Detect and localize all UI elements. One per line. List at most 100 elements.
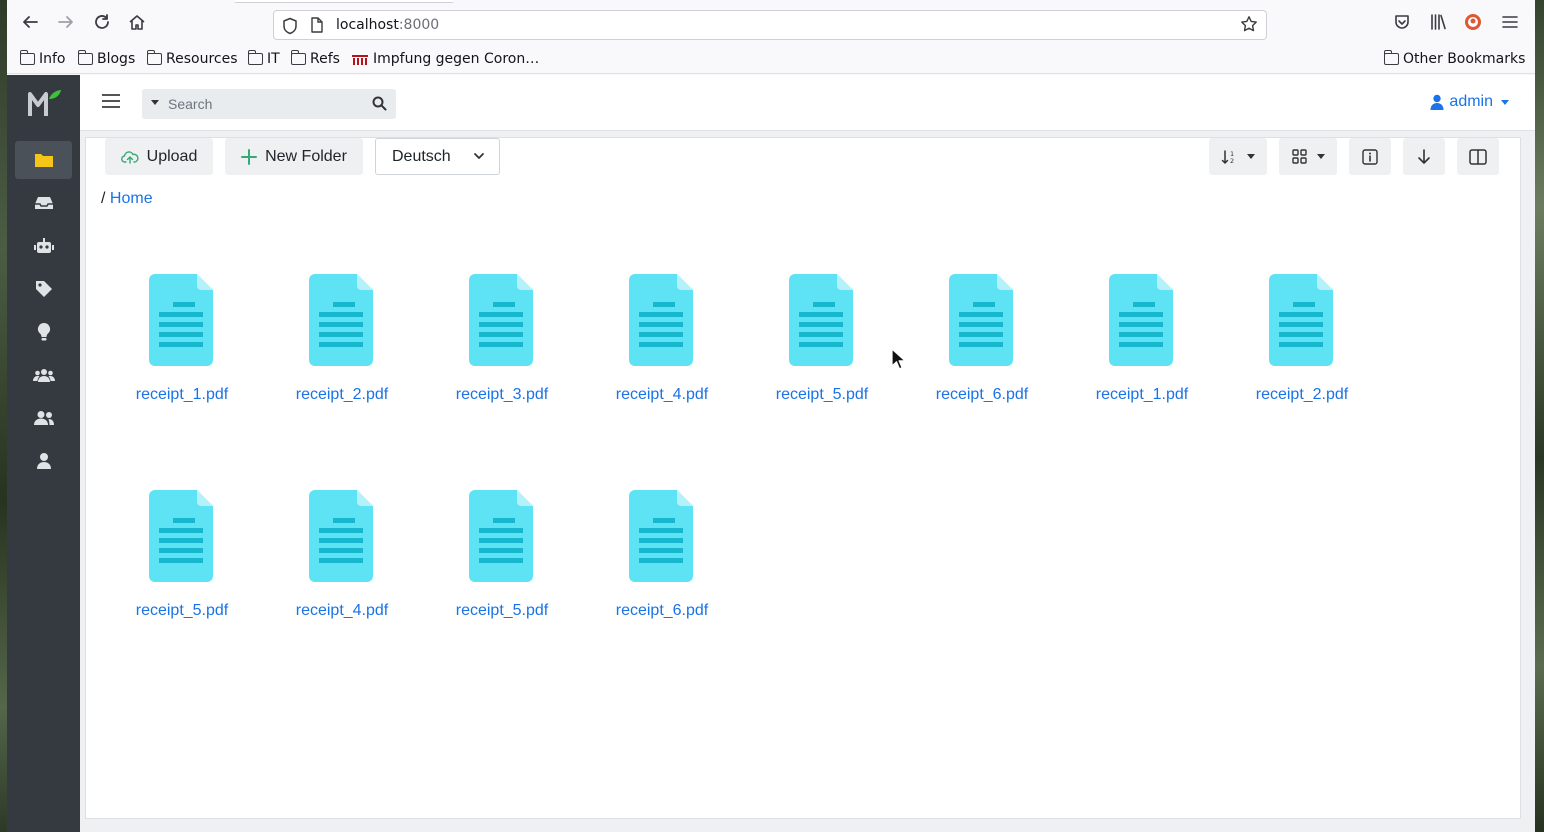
plus-icon <box>241 148 258 165</box>
mayan-logo-icon[interactable] <box>27 85 63 121</box>
bar <box>102 100 120 102</box>
pocket-icon[interactable] <box>1393 13 1411 35</box>
page-icon <box>311 17 323 33</box>
sidebar-item-groups[interactable] <box>15 356 72 394</box>
bar <box>102 94 120 96</box>
chevron-down-icon <box>1501 99 1509 105</box>
url-bar[interactable]: localhost:8000 <box>273 10 1267 40</box>
file-item[interactable]: receipt_4.pdf <box>262 490 422 650</box>
breadcrumb-home-link[interactable]: Home <box>110 190 153 207</box>
file-name[interactable]: receipt_6.pdf <box>582 602 742 620</box>
bookmark-folder-blogs[interactable]: Blogs <box>77 50 135 67</box>
file-name[interactable]: receipt_5.pdf <box>102 602 262 620</box>
file-item[interactable]: receipt_1.pdf <box>102 274 262 434</box>
menu-hamburger-icon[interactable] <box>1501 13 1519 35</box>
bookmark-folder-it[interactable]: IT <box>247 50 280 67</box>
desktop-background-right <box>1535 0 1544 832</box>
sidebar-item-users[interactable] <box>15 399 72 437</box>
file-name[interactable]: receipt_4.pdf <box>582 386 742 404</box>
split-view-button[interactable] <box>1457 138 1499 175</box>
bookmark-folder-resources[interactable]: Resources <box>146 50 238 67</box>
sidebar-item-automation[interactable] <box>15 227 72 265</box>
file-name[interactable]: receipt_3.pdf <box>422 386 582 404</box>
bookmark-folder-refs[interactable]: Refs <box>290 50 340 67</box>
chevron-down-icon <box>1316 154 1325 159</box>
bookmark-star-icon[interactable] <box>1240 15 1258 38</box>
columns-icon <box>1469 148 1487 165</box>
home-icon <box>129 15 145 30</box>
file-name[interactable]: receipt_6.pdf <box>902 386 1062 404</box>
file-name[interactable]: receipt_1.pdf <box>102 386 262 404</box>
bookmark-label: Refs <box>310 51 340 67</box>
file-name[interactable]: receipt_4.pdf <box>262 602 422 620</box>
browser-toolbar: localhost:8000 <box>7 0 1535 46</box>
sidebar-item-tags[interactable] <box>15 270 72 308</box>
bookmark-folder-info[interactable]: Info <box>19 50 66 67</box>
document-icon <box>629 274 693 366</box>
robot-icon <box>33 238 54 253</box>
file-name[interactable]: receipt_5.pdf <box>422 602 582 620</box>
file-item[interactable]: receipt_1.pdf <box>1062 274 1222 434</box>
file-item[interactable]: receipt_2.pdf <box>262 274 422 434</box>
document-icon <box>1109 274 1173 366</box>
library-icon[interactable] <box>1429 13 1447 35</box>
file-item[interactable]: receipt_3.pdf <box>422 274 582 434</box>
breadcrumb-separator: / <box>101 190 106 207</box>
file-item[interactable]: receipt_6.pdf <box>902 274 1062 434</box>
file-item[interactable]: receipt_4.pdf <box>582 274 742 434</box>
file-item[interactable]: receipt_6.pdf <box>582 490 742 650</box>
upload-button[interactable]: Upload <box>105 138 213 175</box>
url-text[interactable]: localhost:8000 <box>336 17 439 33</box>
bookmark-link-impfung[interactable]: Impfung gegen Coron… <box>351 51 539 67</box>
back-button[interactable] <box>19 11 41 33</box>
info-button[interactable] <box>1349 138 1391 175</box>
file-name[interactable]: receipt_1.pdf <box>1062 386 1222 404</box>
users-group-icon <box>32 369 55 382</box>
bookmarks-bar: Info Blogs Resources IT Refs Impfung geg… <box>7 46 1535 74</box>
sidebar-item-ideas[interactable] <box>15 313 72 351</box>
app-viewport: admin Upload New Folder Deutsch 12 <box>7 75 1535 832</box>
file-name[interactable]: receipt_2.pdf <box>262 386 422 404</box>
search-options-dropdown-icon[interactable] <box>151 100 159 105</box>
document-icon <box>949 274 1013 366</box>
forward-button[interactable] <box>55 11 77 33</box>
language-select[interactable]: Deutsch <box>375 138 500 175</box>
file-item[interactable]: receipt_5.pdf <box>742 274 902 434</box>
rki-favicon-icon <box>352 55 368 65</box>
search-box <box>142 89 396 119</box>
view-mode-button[interactable] <box>1279 138 1337 175</box>
sidebar-item-inbox[interactable] <box>15 184 72 222</box>
new-folder-button[interactable]: New Folder <box>225 138 363 175</box>
sidebar-toggle-button[interactable] <box>102 94 120 110</box>
folder-icon <box>290 50 306 65</box>
file-name[interactable]: receipt_2.pdf <box>1222 386 1382 404</box>
extension-duckduckgo-icon[interactable] <box>1464 13 1482 35</box>
file-item[interactable]: receipt_2.pdf <box>1222 274 1382 434</box>
sidebar-item-profile[interactable] <box>15 442 72 480</box>
shield-icon[interactable] <box>282 17 298 35</box>
document-icon <box>1269 274 1333 366</box>
file-item[interactable]: receipt_5.pdf <box>102 490 262 650</box>
bookmark-label: Impfung gegen Coron… <box>373 51 540 67</box>
reload-icon <box>95 14 109 29</box>
reload-button[interactable] <box>91 11 113 33</box>
active-tab-indicator[interactable] <box>235 0 453 2</box>
other-bookmarks-label: Other Bookmarks <box>1403 51 1526 67</box>
chevron-down-icon <box>474 153 484 159</box>
user-menu[interactable]: admin <box>1430 93 1509 111</box>
search-icon[interactable] <box>372 96 387 111</box>
download-button[interactable] <box>1403 138 1445 175</box>
file-name[interactable]: receipt_5.pdf <box>742 386 902 404</box>
file-item[interactable]: receipt_5.pdf <box>422 490 582 650</box>
bookmark-label: Resources <box>166 51 238 67</box>
other-bookmarks-folder[interactable]: Other Bookmarks <box>1383 50 1526 67</box>
sidebar-item-documents[interactable] <box>15 141 72 179</box>
folder-icon <box>1383 50 1399 65</box>
search-input[interactable] <box>168 89 358 119</box>
home-button[interactable] <box>126 11 148 33</box>
mouse-cursor-icon <box>891 348 906 370</box>
arrow-down-icon <box>1418 148 1430 164</box>
sort-button[interactable]: 12 <box>1209 138 1267 175</box>
document-icon <box>469 490 533 582</box>
url-host: localhost <box>336 17 399 33</box>
